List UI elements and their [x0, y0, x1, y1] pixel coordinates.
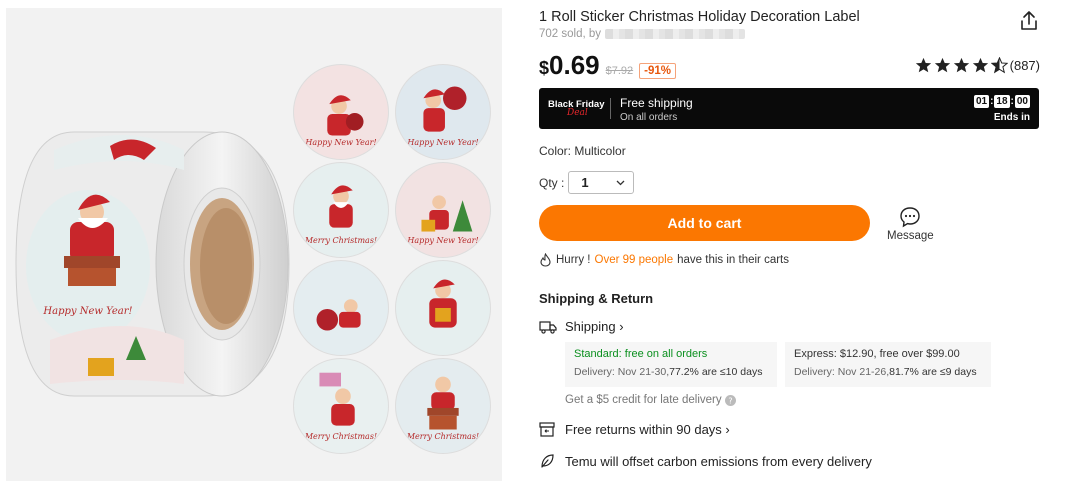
- hurry-notice: Hurry ! Over 99 people have this in thei…: [539, 253, 789, 267]
- sticker-santa-sign: Merry Christmas!: [293, 358, 389, 454]
- black-friday-banner[interactable]: Black Friday Deal Free shipping On all o…: [539, 88, 1039, 129]
- timer-minutes: 18: [994, 95, 1010, 108]
- sticker-santa-wave: Merry Christmas!: [293, 162, 389, 258]
- star-icon: [972, 57, 988, 73]
- product-info-panel: 1 Roll Sticker Christmas Holiday Decorat…: [539, 0, 1044, 481]
- star-icon: [915, 57, 931, 73]
- message-label: Message: [887, 230, 934, 242]
- express-shipping-delivery: Delivery: Nov 21-26,81.7% are ≤9 days: [794, 366, 977, 378]
- quantity-select[interactable]: 1: [568, 171, 635, 194]
- express-shipping-stat: 81.7% are ≤9 days: [889, 366, 977, 378]
- credit-text: Get a $5 credit for late delivery: [565, 394, 722, 406]
- countdown-timer: 01 : 18 : 00: [973, 95, 1030, 108]
- star-half-icon: [990, 57, 1008, 74]
- timer-seconds: 00: [1014, 95, 1030, 108]
- standard-shipping-title: Standard: free on all orders: [574, 348, 708, 360]
- price-row: $ 0.69 $7.92 -91%: [539, 50, 677, 81]
- share-icon[interactable]: [1018, 10, 1040, 32]
- standard-shipping-delivery: Delivery: Nov 21-30,77.2% are ≤10 days: [574, 366, 763, 378]
- svg-text:?: ?: [728, 396, 732, 405]
- free-returns-link[interactable]: Free returns within 90 days ›: [539, 422, 730, 437]
- quantity-value: 1: [581, 175, 589, 190]
- sold-info: 702 sold, by: [539, 28, 746, 40]
- express-shipping-title: Express: $12.90, free over $99.00: [794, 348, 960, 360]
- sticker-santa-lying: [293, 260, 389, 356]
- sticker-greeting: Happy New Year!: [305, 138, 377, 147]
- seller-name-redacted[interactable]: [605, 29, 746, 39]
- free-shipping-sub: On all orders: [620, 112, 678, 123]
- roll-greeting-front: Happy New Year!: [42, 306, 132, 317]
- shipping-link[interactable]: Shipping ›: [539, 319, 624, 334]
- flame-icon: [540, 253, 551, 267]
- sticker-santa-sack-2: Happy New Year!: [395, 64, 491, 160]
- sticker-greeting: Happy New Year!: [407, 236, 479, 245]
- price-value: 0.69: [549, 50, 600, 80]
- return-box-icon: [539, 422, 555, 437]
- shipping-link-label: Shipping ›: [565, 319, 624, 334]
- sticker-santa-sack-1: Happy New Year!: [293, 64, 389, 160]
- chat-bubble-icon: [900, 207, 920, 228]
- star-icon: [934, 57, 950, 73]
- timer-hours: 01: [973, 95, 990, 108]
- truck-icon: [539, 320, 557, 334]
- carbon-offset-notice: Temu will offset carbon emissions from e…: [539, 453, 872, 469]
- star-icon: [953, 57, 969, 73]
- express-shipping-card[interactable]: Express: $12.90, free over $99.00 Delive…: [785, 342, 991, 387]
- rating[interactable]: (887): [915, 57, 1040, 74]
- product-image[interactable]: Happy New Year! Happy New Year! Happy Ne…: [6, 8, 502, 481]
- sticker-roll-illustration: Happy New Year!: [15, 131, 290, 397]
- leaf-icon: [541, 454, 554, 468]
- hurry-highlight: Over 99 people: [594, 254, 674, 266]
- free-shipping-title: Free shipping: [620, 96, 693, 110]
- quantity-row: Qty : 1: [539, 171, 635, 194]
- sticker-greeting: Merry Christmas!: [304, 432, 378, 441]
- standard-shipping-stat: 77.2% are ≤10 days: [669, 366, 763, 378]
- discount-badge: -91%: [639, 63, 677, 79]
- banner-divider: [610, 98, 611, 119]
- chevron-down-icon: [616, 180, 625, 185]
- product-title: 1 Roll Sticker Christmas Holiday Decorat…: [539, 9, 860, 25]
- sticker-greeting: Happy New Year!: [407, 138, 479, 147]
- black-friday-deal-script: Deal: [567, 108, 588, 118]
- sticker-greeting: Merry Christmas!: [304, 236, 378, 245]
- question-icon[interactable]: ?: [724, 394, 736, 406]
- sticker-santa-chimney: Merry Christmas!: [395, 358, 491, 454]
- sticker-santa-tree: Happy New Year!: [395, 162, 491, 258]
- message-button[interactable]: Message: [887, 206, 934, 242]
- hurry-prefix: Hurry !: [556, 254, 591, 266]
- hurry-suffix: have this in their carts: [677, 254, 789, 266]
- carbon-offset-text: Temu will offset carbon emissions from e…: [565, 453, 872, 469]
- sticker-greeting: Merry Christmas!: [406, 432, 480, 441]
- add-to-cart-button[interactable]: Add to cart: [539, 205, 870, 241]
- price-currency: $: [539, 58, 550, 78]
- sticker-santa-gift: [395, 260, 491, 356]
- shipping-return-heading: Shipping & Return: [539, 291, 654, 306]
- sold-count: 702 sold, by: [539, 28, 602, 40]
- standard-shipping-card[interactable]: Standard: free on all orders Delivery: N…: [565, 342, 777, 387]
- ends-in-label: Ends in: [993, 112, 1030, 123]
- original-price: $7.92: [605, 65, 634, 77]
- color-label: Color: Multicolor: [539, 144, 626, 158]
- quantity-label: Qty :: [539, 175, 565, 190]
- late-delivery-credit: Get a $5 credit for late delivery ?: [565, 394, 736, 406]
- free-returns-label: Free returns within 90 days ›: [565, 422, 730, 437]
- rating-count: (887): [1009, 58, 1040, 73]
